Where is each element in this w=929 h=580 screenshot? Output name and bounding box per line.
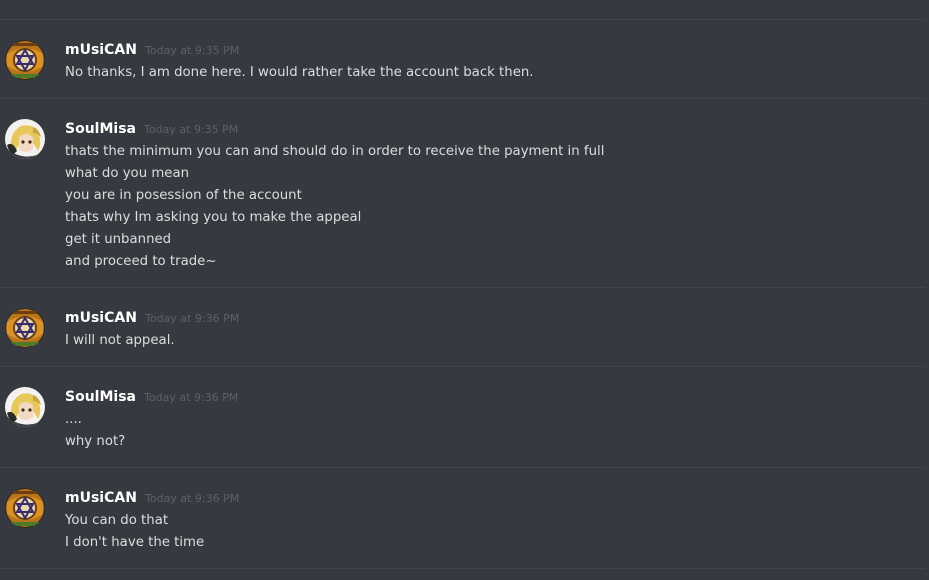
mUsiCAN-avatar-icon[interactable] [5, 488, 45, 528]
message-text: get it unbanned [65, 232, 172, 247]
message-divider [0, 98, 925, 99]
mUsiCAN-avatar-icon[interactable] [5, 40, 45, 80]
message-content: I will not appeal. [65, 330, 175, 352]
message-text: what do you mean [65, 166, 190, 181]
message-text: why not? [65, 434, 126, 449]
message-text: You can do that [65, 513, 169, 528]
message-divider [0, 287, 925, 288]
message-text: No thanks, I am done here. I would rathe… [65, 65, 534, 80]
message-content: No thanks, I am done here. I would rathe… [65, 62, 534, 84]
message-text: you are in posession of the account [65, 188, 302, 203]
message-header: mUsiCAN Today at 9:36 PM [65, 488, 239, 506]
message-divider [0, 467, 925, 468]
message-content: You can do that I don't have the time [65, 510, 204, 554]
message-divider [0, 19, 925, 20]
message-divider [0, 366, 925, 367]
timestamp[interactable]: Today at 9:35 PM [144, 123, 238, 136]
SoulMisa-avatar-icon[interactable] [5, 387, 45, 427]
username[interactable]: mUsiCAN [65, 490, 137, 506]
message-header: mUsiCAN Today at 9:36 PM [65, 308, 239, 326]
message-text: and proceed to trade~ [65, 254, 217, 269]
message-text: I don't have the time [65, 535, 205, 550]
SoulMisa-avatar-icon[interactable] [5, 119, 45, 159]
message-divider [0, 568, 925, 569]
mUsiCAN-avatar-icon[interactable] [5, 308, 45, 348]
timestamp[interactable]: Today at 9:36 PM [145, 492, 239, 505]
username[interactable]: SoulMisa [65, 389, 136, 405]
message-text: I will not appeal. [65, 333, 175, 348]
message-header: SoulMisa Today at 9:36 PM [65, 387, 238, 405]
message-content: thats the minimum you can and should do … [65, 141, 604, 273]
username[interactable]: SoulMisa [65, 121, 136, 137]
message-content: .... why not? [65, 409, 125, 453]
message-text: thats why Im asking you to make the appe… [65, 210, 362, 225]
message-header: SoulMisa Today at 9:35 PM [65, 119, 238, 137]
message-text: thats the minimum you can and should do … [65, 144, 605, 159]
timestamp[interactable]: Today at 9:35 PM [145, 44, 239, 57]
message-text: .... [65, 412, 82, 427]
chat-messages-pane[interactable]: mUsiCAN Today at 9:35 PM No thanks, I am… [0, 0, 929, 580]
timestamp[interactable]: Today at 9:36 PM [144, 391, 238, 404]
timestamp[interactable]: Today at 9:36 PM [145, 312, 239, 325]
username[interactable]: mUsiCAN [65, 42, 137, 58]
username[interactable]: mUsiCAN [65, 310, 137, 326]
message-header: mUsiCAN Today at 9:35 PM [65, 40, 239, 58]
